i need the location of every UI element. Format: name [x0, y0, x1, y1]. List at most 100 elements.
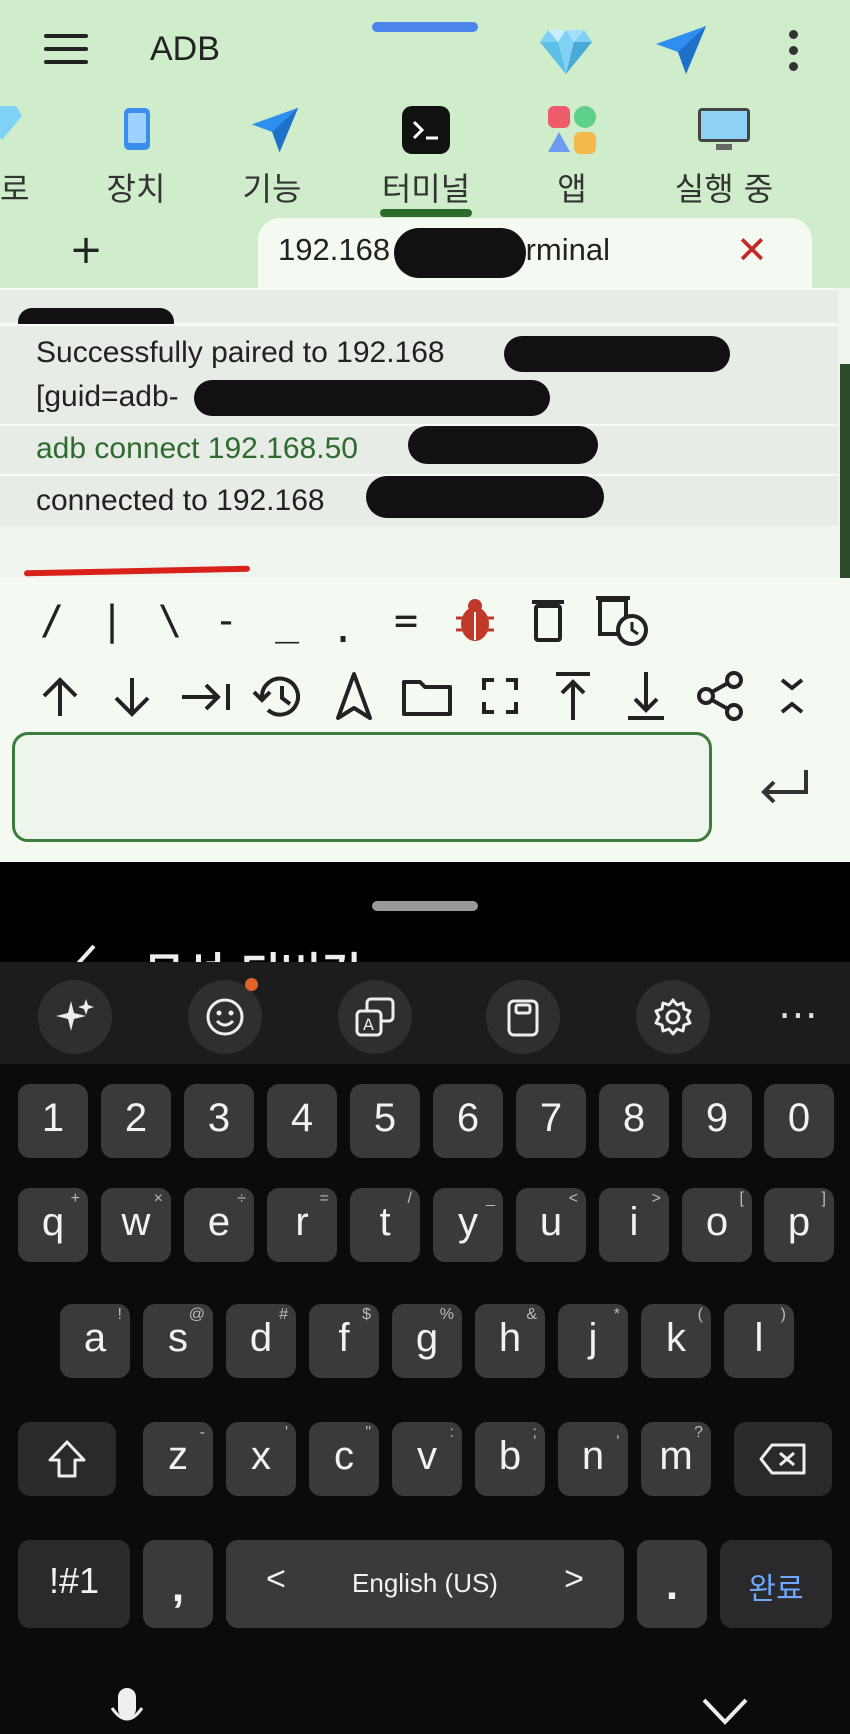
overflow-menu-icon[interactable]	[780, 26, 808, 74]
symbol-key[interactable]: /	[27, 598, 77, 644]
symbols-key[interactable]: !#1	[18, 1540, 130, 1628]
selected-tab-indicator	[380, 209, 472, 217]
tab-icon[interactable]	[180, 680, 232, 714]
enter-icon[interactable]	[758, 766, 812, 810]
drag-handle[interactable]	[372, 22, 478, 32]
tab-partial[interactable]: 로	[0, 98, 40, 220]
collapse-icon[interactable]	[776, 674, 808, 718]
history-icon[interactable]	[252, 672, 306, 722]
key[interactable]: @ s	[143, 1304, 213, 1378]
comma-key[interactable]: ,	[143, 1540, 213, 1628]
key[interactable]: ] p	[764, 1188, 834, 1262]
key[interactable]: < u	[516, 1188, 586, 1262]
log-line: [guid=adb-	[36, 380, 179, 413]
key[interactable]: × w	[101, 1188, 171, 1262]
key[interactable]: + q	[18, 1188, 88, 1262]
key[interactable]: :v	[392, 1422, 462, 1496]
shift-key[interactable]	[18, 1422, 116, 1496]
share-icon[interactable]	[696, 670, 744, 722]
terminal-scrollbar[interactable]	[840, 364, 850, 578]
session-tab[interactable]: 192.168 Terminal ✕	[258, 218, 812, 288]
tab-features[interactable]: 기능	[222, 98, 322, 220]
folder-icon[interactable]	[400, 676, 454, 718]
tab-running[interactable]: 실행 중	[664, 98, 784, 220]
arrow-down-icon[interactable]	[110, 674, 154, 720]
key[interactable]: (k	[641, 1304, 711, 1378]
fullscreen-icon[interactable]	[480, 676, 520, 716]
key[interactable]: 7	[516, 1084, 586, 1158]
key[interactable]: ? m	[641, 1422, 711, 1496]
key-label: u	[539, 1200, 563, 1244]
key[interactable]: / t	[350, 1188, 420, 1262]
sparkle-icon[interactable]	[38, 980, 112, 1054]
symbol-key[interactable]: .	[318, 606, 368, 652]
send-icon[interactable]	[652, 22, 708, 78]
key[interactable]: $ f	[309, 1304, 379, 1378]
bug-icon[interactable]	[452, 596, 498, 644]
emoji-icon[interactable]	[188, 980, 262, 1054]
key[interactable]: 8	[599, 1084, 669, 1158]
key[interactable]: ) l	[724, 1304, 794, 1378]
microphone-icon[interactable]	[110, 1686, 144, 1734]
key[interactable]: 2	[101, 1084, 171, 1158]
key-label: t	[379, 1200, 391, 1244]
scroll-top-icon[interactable]	[554, 670, 592, 722]
command-input[interactable]	[12, 732, 712, 842]
menu-icon[interactable]	[40, 30, 92, 70]
symbol-key[interactable]: \	[145, 598, 195, 644]
scroll-bottom-icon[interactable]	[626, 670, 666, 722]
tab-apps[interactable]: 앱	[522, 98, 622, 220]
back-icon[interactable]	[70, 942, 100, 962]
key[interactable]: ' x	[226, 1422, 296, 1496]
key[interactable]: % g	[392, 1304, 462, 1378]
key-label: z	[168, 1434, 188, 1478]
key[interactable]: ,n	[558, 1422, 628, 1496]
navigate-icon[interactable]	[334, 670, 374, 722]
key[interactable]: 0	[764, 1084, 834, 1158]
symbol-key[interactable]: _	[262, 598, 312, 644]
done-key[interactable]: 완료	[720, 1540, 832, 1628]
period-key[interactable]: .	[637, 1540, 707, 1628]
key[interactable]: = r	[267, 1188, 337, 1262]
symbol-key[interactable]: -	[201, 598, 251, 644]
backspace-key[interactable]	[734, 1422, 832, 1496]
key[interactable]: & h	[475, 1304, 545, 1378]
key[interactable]: 9	[682, 1084, 752, 1158]
key[interactable]: ÷ e	[184, 1188, 254, 1262]
key[interactable]: 3	[184, 1084, 254, 1158]
terminal-output[interactable]: Successfully paired to 192.168 [guid=adb…	[0, 288, 850, 578]
key[interactable]: 1	[18, 1084, 88, 1158]
space-key[interactable]: < English (US) >	[226, 1540, 624, 1628]
key[interactable]: _ y	[433, 1188, 503, 1262]
key[interactable]: > i	[599, 1188, 669, 1262]
symbol-key[interactable]: |	[87, 598, 137, 644]
settings-icon[interactable]	[636, 980, 710, 1054]
key[interactable]: 6	[433, 1084, 503, 1158]
key[interactable]: ; b	[475, 1422, 545, 1496]
key[interactable]: -z	[143, 1422, 213, 1496]
trash-icon[interactable]	[526, 594, 570, 644]
clipboard-icon[interactable]	[486, 980, 560, 1054]
key[interactable]: * j	[558, 1304, 628, 1378]
notification-dot	[245, 978, 258, 991]
clear-history-icon[interactable]	[594, 592, 652, 648]
key[interactable]: 4	[267, 1084, 337, 1158]
symbol-key[interactable]: =	[381, 598, 431, 644]
arrow-up-icon[interactable]	[38, 674, 82, 720]
bottom-sheet-handle[interactable]	[372, 901, 478, 911]
more-icon[interactable]: ⋯	[778, 992, 818, 1038]
key[interactable]: " c	[309, 1422, 379, 1496]
key[interactable]: [o	[682, 1188, 752, 1262]
add-session-button[interactable]: +	[66, 228, 106, 272]
key[interactable]: 5	[350, 1084, 420, 1158]
close-session-button[interactable]: ✕	[736, 228, 768, 272]
tab-terminal[interactable]: 터미널	[366, 98, 486, 220]
key-label: 2	[124, 1096, 148, 1140]
key[interactable]: ! a	[60, 1304, 130, 1378]
key[interactable]: # d	[226, 1304, 296, 1378]
gem-icon[interactable]	[538, 26, 594, 76]
translate-icon[interactable]: A	[338, 980, 412, 1054]
tab-devices[interactable]: 장치	[86, 98, 186, 220]
key-label: j	[588, 1316, 598, 1360]
hide-keyboard-icon[interactable]	[700, 1696, 750, 1726]
